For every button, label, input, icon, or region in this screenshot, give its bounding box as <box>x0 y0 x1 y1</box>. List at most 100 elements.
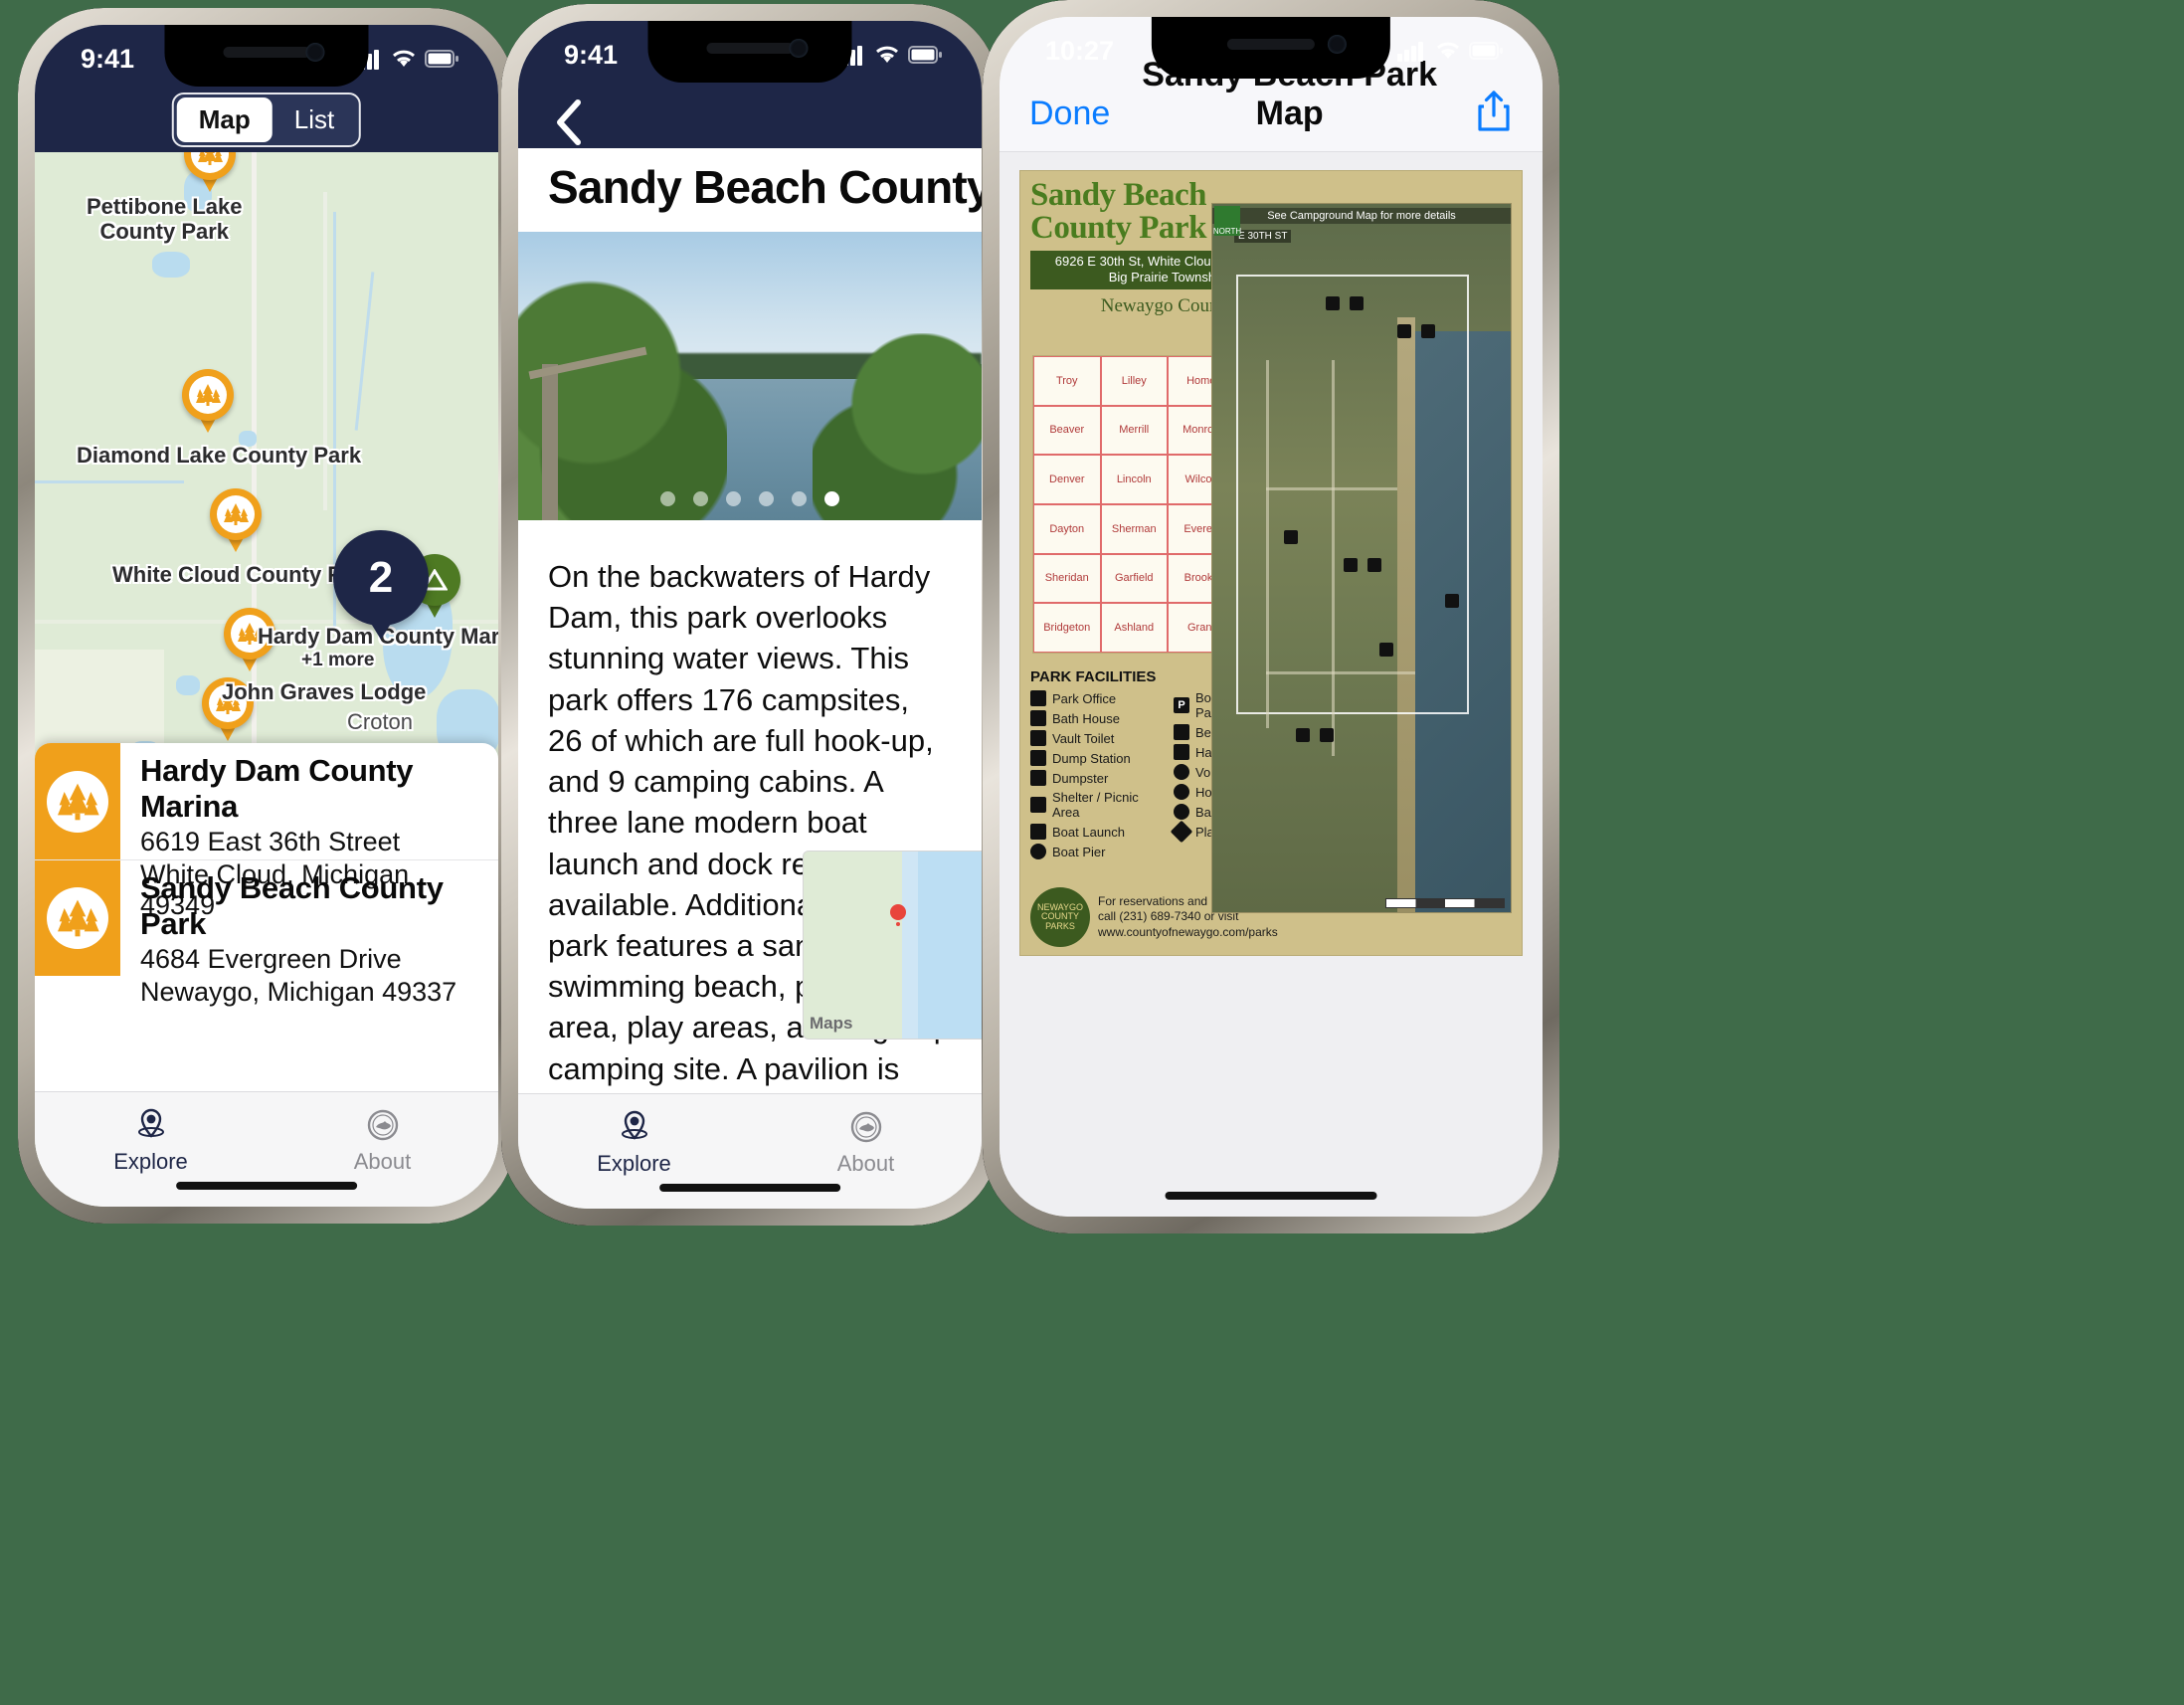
park-map-document[interactable]: Sandy Beach County Park 6926 E 30th St, … <box>1019 170 1523 956</box>
aerial-note: See Campground Map for more details <box>1212 208 1511 224</box>
map-label-diamond-lake: Diamond Lake County Park <box>77 443 362 468</box>
boat-trailer-parking-icon: P <box>1174 697 1189 713</box>
mini-map-coast <box>901 852 918 1039</box>
dumpster-icon <box>1030 770 1046 786</box>
p2-scroll-content[interactable]: On the backwaters of Hardy Dam, this par… <box>518 530 982 1093</box>
legend-item: Bath House <box>1030 710 1164 726</box>
tab-explore-label: Explore <box>113 1148 188 1174</box>
map-list-segmented-control[interactable]: Map List <box>171 93 362 147</box>
map-label-john-graves-lodge: John Graves Lodge <box>222 679 427 704</box>
park-photo-gallery[interactable] <box>518 232 982 520</box>
front-camera <box>789 39 809 58</box>
aerial-facility-icon <box>1284 529 1298 544</box>
explore-badge-icon <box>850 1111 881 1142</box>
legend-item: Vault Toilet <box>1030 730 1164 746</box>
township-cell: Sherman <box>1100 504 1168 554</box>
battery-icon <box>425 50 458 68</box>
township-cell: Troy <box>1033 356 1101 406</box>
list-item-body: Hardy Dam County Marina 6619 East 36th S… <box>120 743 498 920</box>
map-pin-icon <box>137 1108 164 1138</box>
aerial-campground-outline <box>1236 275 1469 714</box>
legend-item: Dumpster <box>1030 770 1164 786</box>
cluster-tail <box>370 622 392 640</box>
places-bottom-sheet[interactable]: Hardy Dam County Marina 6619 East 36th S… <box>35 743 498 1091</box>
phone-2-park-detail: 9:41 Sandy Beach County Park <box>501 4 999 1226</box>
apple-maps-logo: Maps <box>810 1014 853 1033</box>
phone-3-park-map-sheet: Done Sandy Beach Park Map 10:27 <box>983 0 1559 1233</box>
trees-icon <box>189 376 227 414</box>
map-water <box>152 252 190 278</box>
aerial-road <box>1266 670 1415 674</box>
done-button[interactable]: Done <box>1029 95 1110 133</box>
p2-notch <box>647 21 852 83</box>
trees-icon <box>47 770 108 833</box>
bath-house-icon <box>1030 710 1046 726</box>
map-pin-icon <box>621 1110 647 1140</box>
beach-icon <box>1174 724 1189 740</box>
p3-home-indicator[interactable] <box>1165 1192 1377 1200</box>
aerial-facility-icon <box>1350 295 1364 310</box>
township-cell: Bridgeton <box>1033 603 1101 653</box>
township-cell: Sheridan <box>1033 553 1101 604</box>
map-label-town-croton: Croton <box>347 709 414 734</box>
phone-1-explore-map: 9:41 Map List Pettibone Lake County Park… <box>18 8 515 1224</box>
p1-home-indicator[interactable] <box>176 1182 357 1190</box>
mini-map-water <box>909 852 982 1039</box>
legend-item: Shelter / Picnic Area <box>1030 790 1164 820</box>
p2-home-indicator[interactable] <box>659 1184 840 1192</box>
play-area-icon <box>1170 820 1193 844</box>
address-mini-map[interactable]: Maps <box>803 851 982 1040</box>
list-item-body: Sandy Beach County Park 4684 Evergreen D… <box>120 860 498 1007</box>
p1-status-icons <box>353 48 458 70</box>
map-pin-pettibone-lake[interactable] <box>184 152 236 192</box>
front-camera <box>1328 35 1348 54</box>
gallery-dot[interactable] <box>726 491 741 506</box>
gallery-page-dots[interactable] <box>660 491 839 506</box>
handicap-parking-icon <box>1174 744 1189 760</box>
map-water <box>176 675 200 695</box>
gallery-dot[interactable] <box>693 491 708 506</box>
map-label-pettibone-lake: Pettibone Lake County Park <box>87 194 243 245</box>
battery-icon <box>908 46 942 64</box>
mini-map-pin-icon <box>890 903 907 920</box>
basketball-court-icon <box>1174 804 1189 820</box>
tab-explore-label: Explore <box>597 1150 671 1176</box>
township-cell: Beaver <box>1033 405 1101 456</box>
aerial-facility-icon <box>1367 558 1381 572</box>
pin-bubble <box>184 152 236 180</box>
map-cluster-badge[interactable]: 2 <box>333 530 429 640</box>
horseshoes-icon <box>1174 784 1189 800</box>
back-button[interactable] <box>552 98 586 151</box>
aerial-facility-icon <box>1421 324 1435 339</box>
segment-list[interactable]: List <box>273 97 356 142</box>
segment-map[interactable]: Map <box>176 97 273 142</box>
legend-column-left: Park Office Bath House Vault Toilet Dump… <box>1030 690 1164 863</box>
map-pin-white-cloud[interactable] <box>210 488 262 552</box>
map-pin-diamond-lake[interactable] <box>182 369 234 433</box>
aerial-facility-icon <box>1445 593 1459 608</box>
map-stream <box>354 272 375 431</box>
gallery-dot-active[interactable] <box>824 491 839 506</box>
gallery-dot[interactable] <box>792 491 807 506</box>
list-item[interactable]: Sandy Beach County Park 4684 Evergreen D… <box>35 859 498 1007</box>
share-button[interactable] <box>1469 90 1513 133</box>
trees-icon <box>217 495 255 533</box>
p3-document-viewer[interactable]: Sandy Beach County Park 6926 E 30th St, … <box>1000 152 1543 1217</box>
township-cell: Lilley <box>1100 356 1168 406</box>
aerial-photo-map[interactable]: See Campground Map for more details E 30… <box>1211 203 1512 913</box>
gallery-dot[interactable] <box>759 491 774 506</box>
list-item[interactable]: Hardy Dam County Marina 6619 East 36th S… <box>35 743 498 920</box>
p1-notch <box>164 25 369 87</box>
front-camera <box>305 43 325 62</box>
legend-item: Park Office <box>1030 690 1164 706</box>
boat-pier-icon <box>1030 844 1046 859</box>
gallery-dot[interactable] <box>660 491 675 506</box>
aerial-scale-bar <box>1385 898 1505 908</box>
township-cell: Merrill <box>1100 405 1168 456</box>
aerial-facility-icon <box>1379 643 1393 658</box>
vault-toilet-icon <box>1030 730 1046 746</box>
cellular-icon <box>1397 42 1423 62</box>
wifi-icon <box>393 50 415 67</box>
dump-station-icon <box>1030 750 1046 766</box>
aerial-facility-icon <box>1344 558 1358 572</box>
